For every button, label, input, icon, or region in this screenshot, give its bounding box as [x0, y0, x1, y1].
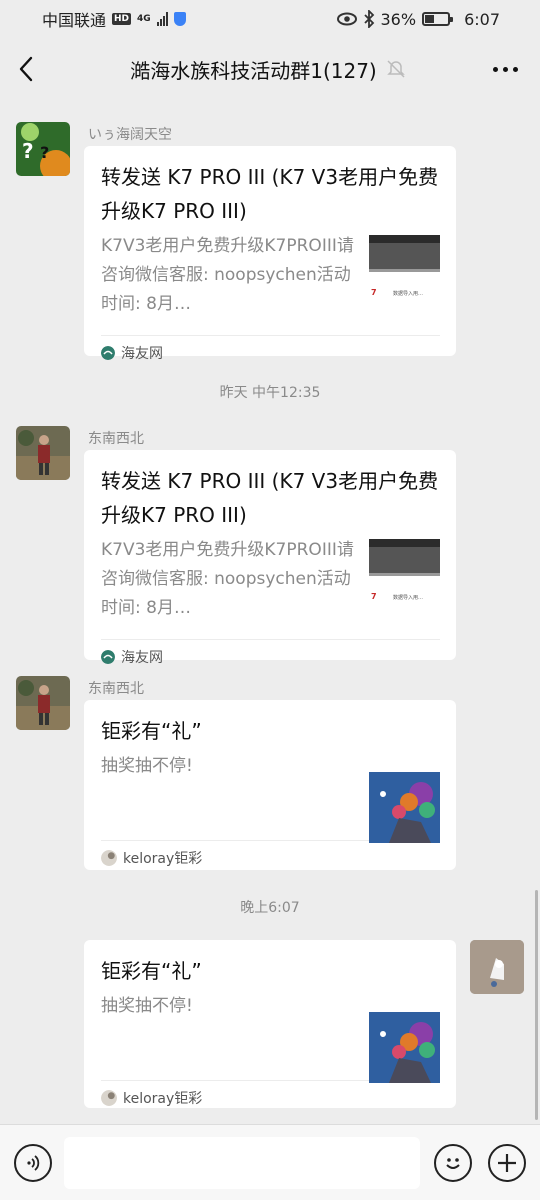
- mute-bell-icon: [386, 60, 405, 78]
- card-thumbnail: [369, 1012, 440, 1083]
- title-wrap: 澔海水族科技活动群1(127): [130, 55, 405, 84]
- carrier-label: 中国联通: [42, 11, 107, 30]
- chat-list[interactable]: ?? いぅ海阔天空 转发送 K7 PRO III (K7 V3老用户免费升级K7…: [0, 100, 540, 1124]
- status-bar: 中国联通 HD 4G 36% 6:07: [0, 0, 540, 38]
- emoji-icon: [446, 1157, 460, 1169]
- card-body: K7V3老用户免费升级K7PROIII请咨询微信客服: noopsychen活动…: [101, 536, 440, 623]
- haiyou-logo-icon: [101, 346, 115, 360]
- card-thumbnail: 7 数据导入用…: [369, 539, 440, 610]
- svg-text:?: ?: [22, 139, 34, 163]
- link-card[interactable]: 转发送 K7 PRO III (K7 V3老用户免费升级K7 PRO III) …: [84, 450, 456, 666]
- avatar[interactable]: [16, 426, 70, 480]
- card-title: 转发送 K7 PRO III (K7 V3老用户免费升级K7 PRO III): [101, 469, 439, 527]
- card-body: 抽奖抽不停!: [101, 992, 440, 1083]
- voice-button[interactable]: [14, 1143, 52, 1182]
- scrollbar[interactable]: [535, 890, 538, 1120]
- chevron-left-icon: [19, 56, 33, 82]
- link-card[interactable]: 转发送 K7 PRO III (K7 V3老用户免费升级K7 PRO III) …: [84, 146, 456, 362]
- time-label: 昨天 中午12:35: [219, 385, 321, 401]
- thumb-caption: 数据导入用…: [393, 594, 423, 601]
- message-input[interactable]: [64, 1136, 420, 1189]
- battery-icon: [422, 12, 454, 26]
- sender-name: 东南西北: [88, 431, 144, 447]
- signal-icon: [156, 12, 168, 26]
- status-right: 36% 6:07: [336, 9, 500, 29]
- card-body: 抽奖抽不停!: [101, 752, 440, 843]
- avatar[interactable]: [16, 676, 70, 730]
- keloray-logo-icon: [101, 1090, 117, 1106]
- card-source: keloray钜彩: [123, 1091, 203, 1107]
- card-title: 钜彩有“礼”: [101, 719, 202, 743]
- input-bar: [0, 1124, 540, 1200]
- thumb-caption: 数据导入用…: [393, 290, 423, 297]
- card-thumbnail: [369, 772, 440, 843]
- status-left: 中国联通 HD 4G: [42, 7, 186, 31]
- more-button[interactable]: [492, 66, 518, 72]
- card-footer: 海友网: [101, 336, 440, 370]
- link-card[interactable]: 钜彩有“礼” 抽奖抽不停! keloray钜彩: [84, 940, 456, 1108]
- card-footer: keloray钜彩: [101, 841, 440, 875]
- time-label: 晚上6:07: [240, 900, 300, 916]
- thumb-brand: 7: [371, 592, 377, 601]
- card-source: 海友网: [121, 650, 163, 666]
- card-footer: 海友网: [101, 640, 440, 674]
- avatar[interactable]: ??: [16, 122, 70, 176]
- back-button[interactable]: [18, 56, 42, 82]
- shield-icon: [173, 12, 186, 26]
- card-desc: K7V3老用户免费升级K7PROIII请咨询微信客服: noopsychen活动…: [101, 236, 354, 314]
- svg-text:?: ?: [40, 143, 49, 162]
- keloray-logo-icon: [101, 850, 117, 866]
- hd-badge: HD: [112, 13, 132, 25]
- plus-icon: [498, 1153, 516, 1172]
- card-desc: K7V3老用户免费升级K7PROIII请咨询微信客服: noopsychen活动…: [101, 540, 354, 618]
- link-card[interactable]: 钜彩有“礼” 抽奖抽不停! keloray钜彩: [84, 700, 456, 870]
- card-title: 转发送 K7 PRO III (K7 V3老用户免费升级K7 PRO III): [101, 165, 439, 223]
- battery-percent: 36%: [380, 9, 417, 29]
- card-source: keloray钜彩: [123, 851, 203, 867]
- card-footer: keloray钜彩: [101, 1081, 440, 1115]
- emoji-button[interactable]: [434, 1143, 472, 1182]
- voice-icon: [27, 1154, 40, 1171]
- network-type: 4G: [137, 14, 151, 24]
- chat-header: 澔海水族科技活动群1(127): [0, 38, 540, 100]
- card-body: K7V3老用户免费升级K7PROIII请咨询微信客服: noopsychen活动…: [101, 232, 440, 319]
- thumb-brand: 7: [371, 288, 377, 297]
- sender-name: いぅ海阔天空: [88, 127, 172, 143]
- chat-title: 澔海水族科技活动群1(127): [130, 58, 377, 83]
- card-desc: 抽奖抽不停!: [101, 996, 193, 1016]
- eye-icon: [336, 12, 357, 26]
- self-avatar[interactable]: [470, 940, 524, 994]
- clock: 6:07: [464, 9, 500, 29]
- add-button[interactable]: [488, 1143, 526, 1182]
- card-thumbnail: 7 数据导入用…: [369, 235, 440, 306]
- sender-name: 东南西北: [88, 681, 144, 697]
- haiyou-logo-icon: [101, 650, 115, 664]
- card-source: 海友网: [121, 346, 163, 362]
- bluetooth-icon: [363, 10, 374, 28]
- card-desc: 抽奖抽不停!: [101, 756, 193, 776]
- card-title: 钜彩有“礼”: [101, 959, 202, 983]
